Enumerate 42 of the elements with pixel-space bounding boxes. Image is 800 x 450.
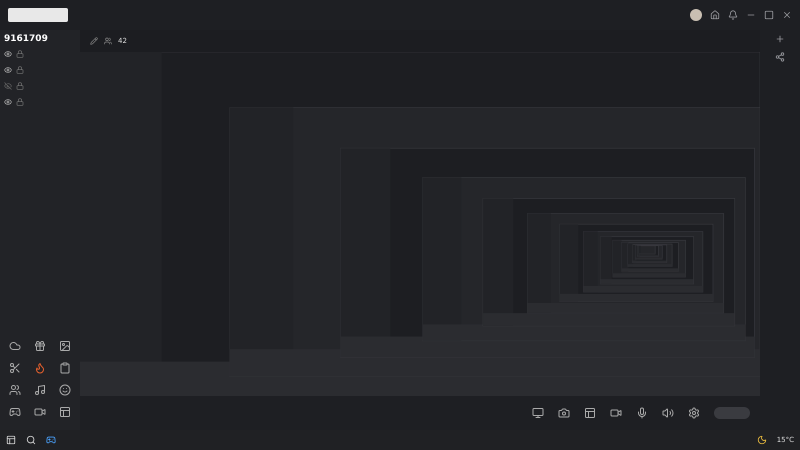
- app-icon[interactable]: [46, 435, 56, 445]
- video-icon[interactable]: [610, 407, 622, 419]
- start-button[interactable]: [714, 407, 750, 419]
- tool-icon[interactable]: [59, 384, 72, 396]
- maximize-icon[interactable]: [764, 10, 774, 20]
- tool-icon[interactable]: [8, 362, 21, 374]
- viewers-icon: [104, 37, 112, 45]
- lock-icon[interactable]: [16, 82, 24, 90]
- tool-icon[interactable]: [59, 362, 72, 374]
- moon-icon: [756, 435, 767, 445]
- monitor-icon[interactable]: [532, 407, 544, 419]
- eye-icon[interactable]: [4, 50, 12, 58]
- tool-icon[interactable]: [59, 406, 72, 418]
- layout-icon[interactable]: [584, 407, 596, 419]
- tool-icon[interactable]: [59, 340, 72, 352]
- tool-icon[interactable]: [8, 384, 21, 396]
- eye-off-icon[interactable]: [4, 82, 12, 90]
- add-icon[interactable]: [775, 34, 785, 44]
- microphone-icon[interactable]: [636, 407, 648, 419]
- edit-icon[interactable]: [90, 37, 98, 45]
- tool-icon[interactable]: [8, 340, 21, 352]
- home-icon[interactable]: [710, 10, 720, 20]
- tool-icon[interactable]: [34, 362, 46, 374]
- logo: [8, 8, 68, 22]
- speaker-icon[interactable]: [662, 407, 674, 419]
- lock-icon[interactable]: [16, 98, 24, 106]
- settings-icon[interactable]: [688, 407, 700, 419]
- search-icon[interactable]: [26, 435, 36, 445]
- lock-icon[interactable]: [16, 50, 24, 58]
- tool-icon[interactable]: [34, 384, 46, 396]
- bell-icon[interactable]: [728, 10, 738, 20]
- avatar[interactable]: [690, 9, 702, 21]
- tool-icon[interactable]: [34, 340, 46, 352]
- eye-icon[interactable]: [4, 66, 12, 74]
- close-icon[interactable]: [782, 10, 792, 20]
- tool-icon[interactable]: [8, 406, 21, 418]
- lock-icon[interactable]: [16, 66, 24, 74]
- camera-icon[interactable]: [558, 407, 570, 419]
- follower-count: 9161709: [4, 34, 49, 44]
- share-icon[interactable]: [775, 52, 785, 62]
- eye-icon[interactable]: [4, 98, 12, 106]
- tool-icon[interactable]: [34, 406, 46, 418]
